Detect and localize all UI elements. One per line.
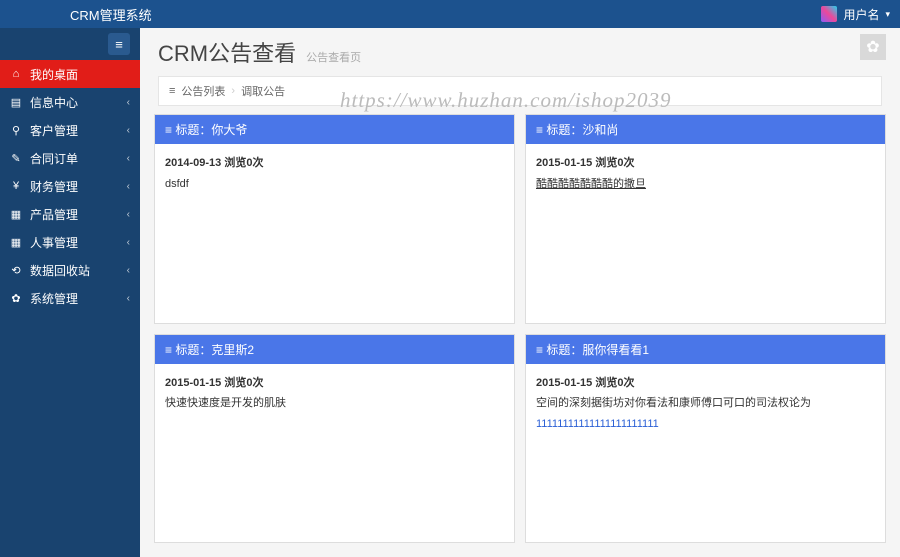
card-content-text: dsfdf: [165, 178, 189, 190]
main-content: CRM公告查看 公告查看页 ✿ https://www.huzhan.com/i…: [140, 28, 900, 557]
sidebar-item-7[interactable]: ⟲ 数据回收站 ‹: [0, 256, 140, 284]
top-bar: CRM管理系统 用户名 ▾: [0, 0, 900, 28]
avatar: [821, 6, 837, 22]
sidebar-item-label: 产品管理: [30, 206, 78, 223]
sidebar-item-label: 数据回收站: [30, 262, 90, 279]
announcement-card-0: ≡ 标题：你大爷 2014-09-13 浏览0次 dsfdf: [154, 114, 515, 324]
chevron-left-icon: ‹: [127, 293, 130, 304]
announcement-card-3: ≡ 标题：服你得看看12015-01-15 浏览0次空间的深刻据街坊对你看法和康…: [525, 334, 886, 544]
card-meta: 2015-01-15 浏览0次: [536, 154, 875, 173]
chevron-left-icon: ‹: [127, 97, 130, 108]
sidebar-icon: ⚲: [10, 124, 22, 137]
sidebar-icon: ⌂: [10, 68, 22, 80]
sidebar-icon: ✎: [10, 152, 22, 165]
user-menu[interactable]: 用户名 ▾: [821, 6, 890, 23]
card-meta: 2014-09-13 浏览0次: [165, 154, 504, 173]
sidebar-icon: ✿: [10, 292, 22, 305]
breadcrumb-second: 调取公告: [241, 83, 285, 99]
sidebar-item-0[interactable]: ⌂ 我的桌面: [0, 60, 140, 88]
chevron-left-icon: ‹: [127, 209, 130, 220]
sidebar-item-6[interactable]: ▦ 人事管理 ‹: [0, 228, 140, 256]
card-content-link[interactable]: 酷酷酷酷酷酷酷的撒旦: [536, 178, 646, 190]
chevron-down-icon: ▾: [885, 9, 890, 20]
announcement-card-2: ≡ 标题：克里斯22015-01-15 浏览0次快速快速度是开发的肌肤: [154, 334, 515, 544]
user-label: 用户名: [843, 6, 879, 23]
page-subtitle: 公告查看页: [306, 49, 361, 68]
card-extra-link[interactable]: 11111111111111111111111: [536, 418, 659, 430]
page-header: CRM公告查看 公告查看页 ✿: [140, 28, 900, 72]
sidebar-item-1[interactable]: ▤ 信息中心 ‹: [0, 88, 140, 116]
sidebar-item-label: 系统管理: [30, 290, 78, 307]
announcement-card-1: ≡ 标题：沙和尚2015-01-15 浏览0次酷酷酷酷酷酷酷的撒旦: [525, 114, 886, 324]
card-title: ≡ 标题：沙和尚: [526, 115, 885, 144]
system-name: CRM管理系统: [70, 5, 152, 24]
sidebar-item-label: 信息中心: [30, 94, 78, 111]
breadcrumb-first[interactable]: 公告列表: [181, 83, 225, 99]
card-body: 2015-01-15 浏览0次酷酷酷酷酷酷酷的撒旦: [526, 144, 885, 203]
page-title: CRM公告查看: [158, 36, 296, 68]
card-meta: 2015-01-15 浏览0次: [165, 374, 504, 393]
card-title: ≡ 标题：你大爷: [155, 115, 514, 144]
card-title: ≡ 标题：克里斯2: [155, 335, 514, 364]
sidebar-icon: ▦: [10, 236, 22, 249]
sidebar-item-label: 合同订单: [30, 150, 78, 167]
card-content-text: 快速快速度是开发的肌肤: [165, 397, 286, 409]
chevron-left-icon: ‹: [127, 153, 130, 164]
sidebar-icon: ⟲: [10, 264, 22, 277]
sidebar-item-5[interactable]: ▦ 产品管理 ‹: [0, 200, 140, 228]
card-title: ≡ 标题：服你得看看1: [526, 335, 885, 364]
sidebar-icon: ▦: [10, 208, 22, 221]
sidebar-item-8[interactable]: ✿ 系统管理 ‹: [0, 284, 140, 312]
sidebar-item-label: 人事管理: [30, 234, 78, 251]
chevron-left-icon: ‹: [127, 125, 130, 136]
sidebar-item-label: 我的桌面: [30, 66, 78, 83]
sidebar-toggle-row: ≡: [0, 28, 140, 60]
card-content-text: 空间的深刻据街坊对你看法和康师傅口可口的司法权论为: [536, 397, 811, 409]
sidebar-item-label: 财务管理: [30, 178, 78, 195]
card-body: 2015-01-15 浏览0次快速快速度是开发的肌肤: [155, 364, 514, 423]
chevron-left-icon: ‹: [127, 237, 130, 248]
breadcrumb-separator: ›: [231, 85, 235, 97]
list-icon: ≡: [169, 85, 175, 97]
breadcrumb: ≡ 公告列表 › 调取公告: [158, 76, 882, 106]
chevron-left-icon: ‹: [127, 181, 130, 192]
card-meta: 2015-01-15 浏览0次: [536, 374, 875, 393]
sidebar-item-2[interactable]: ⚲ 客户管理 ‹: [0, 116, 140, 144]
sidebar-icon: ¥: [10, 180, 22, 192]
sidebar-item-3[interactable]: ✎ 合同订单 ‹: [0, 144, 140, 172]
sidebar-toggle-button[interactable]: ≡: [108, 33, 130, 55]
sidebar: ≡ ⌂ 我的桌面 ▤ 信息中心 ‹ ⚲ 客户管理 ‹ ✎ 合同订单 ‹ ¥ 财务管理 ‹ ▦ 产品管理 ‹ ▦ 人事…: [0, 28, 140, 557]
card-body: 2014-09-13 浏览0次 dsfdf: [155, 144, 514, 203]
chevron-left-icon: ‹: [127, 265, 130, 276]
sidebar-icon: ▤: [10, 96, 22, 109]
card-body: 2015-01-15 浏览0次空间的深刻据街坊对你看法和康师傅口可口的司法权论为…: [526, 364, 885, 444]
sidebar-item-4[interactable]: ¥ 财务管理 ‹: [0, 172, 140, 200]
announcement-grid: ≡ 标题：你大爷2014-09-13 浏览0次dsfdf≡ 标题：沙和尚2015…: [140, 114, 900, 557]
sidebar-item-label: 客户管理: [30, 122, 78, 139]
gear-icon[interactable]: ✿: [860, 34, 886, 60]
